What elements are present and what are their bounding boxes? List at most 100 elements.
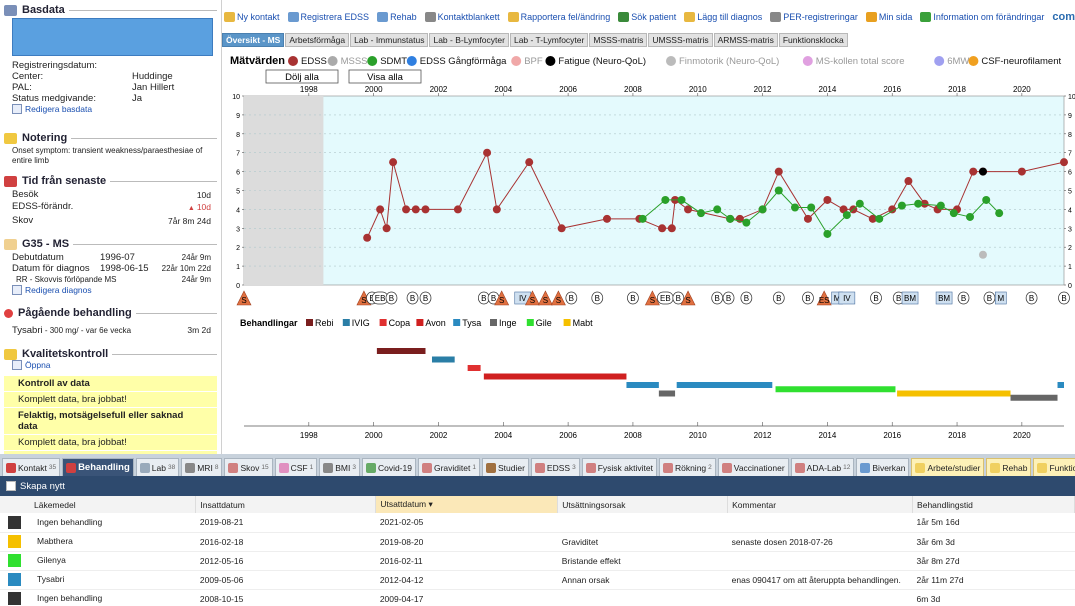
- bottom-tab-funktionsskalor[interactable]: Funktionsskalor: [1033, 458, 1075, 476]
- treatment-bar-avon[interactable]: [483, 373, 627, 380]
- legend-item[interactable]: EDSS: [288, 56, 327, 67]
- event-marker[interactable]: B: [477, 291, 490, 305]
- event-marker[interactable]: B: [627, 291, 639, 305]
- event-marker[interactable]: S: [537, 290, 553, 306]
- treatment-bar-inge[interactable]: [1010, 394, 1058, 401]
- bottom-tab-mri[interactable]: MRI 8: [181, 458, 223, 476]
- toolbar-lägg-till-diagnos[interactable]: Lägg till diagnos: [684, 12, 762, 22]
- bottom-tab-rehab[interactable]: Rehab: [986, 458, 1032, 476]
- data-point[interactable]: [803, 214, 812, 223]
- data-point[interactable]: [823, 195, 832, 204]
- treatment-legend-item[interactable]: Copa: [379, 318, 411, 328]
- treatment-legend-item[interactable]: Tysa: [453, 318, 481, 328]
- treatment-bar-tysa[interactable]: [626, 382, 659, 388]
- data-point[interactable]: [363, 233, 372, 242]
- treatment-bar-rebi[interactable]: [376, 348, 426, 354]
- data-point[interactable]: [807, 203, 816, 212]
- toolbar-rapportera-fel-ändring[interactable]: Rapportera fel/ändring: [507, 12, 610, 22]
- column-header[interactable]: Behandlingstid: [912, 496, 1075, 513]
- event-marker[interactable]: B: [1025, 291, 1038, 305]
- toolbar-sök-patient[interactable]: Sök patient: [618, 12, 676, 22]
- edit-basdata-link[interactable]: Redigera basdata: [4, 104, 217, 114]
- data-point[interactable]: [1060, 158, 1068, 167]
- legend-item[interactable]: Finmotorik (Neuro-QoL): [666, 56, 779, 67]
- event-marker[interactable]: S: [550, 290, 566, 306]
- data-point[interactable]: [790, 203, 799, 212]
- toolbar-per-registreringar[interactable]: PER-registreringar: [770, 12, 858, 22]
- legend-item[interactable]: 6MW: [934, 56, 969, 67]
- data-point[interactable]: [389, 158, 398, 167]
- event-marker[interactable]: ES: [816, 290, 832, 306]
- data-point[interactable]: [726, 214, 735, 223]
- data-point[interactable]: [995, 209, 1004, 218]
- data-point[interactable]: [978, 167, 987, 176]
- data-point[interactable]: [411, 205, 420, 214]
- event-marker[interactable]: B: [870, 291, 882, 305]
- event-marker[interactable]: B: [802, 291, 814, 305]
- event-marker[interactable]: B: [722, 291, 735, 305]
- tab-översikt-ms[interactable]: Översikt - MS: [222, 33, 285, 47]
- bottom-tab-bmi[interactable]: BMI 3: [319, 458, 360, 476]
- treatment-bar-tysa[interactable]: [1057, 382, 1064, 388]
- data-point[interactable]: [897, 201, 906, 210]
- data-point[interactable]: [402, 205, 411, 214]
- event-marker[interactable]: IV: [838, 291, 856, 305]
- data-point[interactable]: [453, 205, 462, 214]
- bottom-tab-rökning[interactable]: Rökning 2: [658, 458, 716, 476]
- tab-arbetsförmåga[interactable]: Arbetsförmåga: [285, 33, 350, 47]
- data-point[interactable]: [661, 195, 670, 204]
- legend-item[interactable]: SDMT: [367, 56, 407, 67]
- event-marker[interactable]: B: [740, 291, 753, 305]
- data-point[interactable]: [492, 205, 501, 214]
- data-point[interactable]: [742, 218, 751, 227]
- toolbar-registrera-edss[interactable]: Registrera EDSS: [287, 12, 369, 22]
- data-point[interactable]: [603, 214, 612, 223]
- bottom-tab-csf[interactable]: CSF 1: [274, 458, 318, 476]
- edit-diagnos-link[interactable]: Redigera diagnos: [4, 285, 217, 295]
- event-marker[interactable]: S: [236, 290, 252, 306]
- bottom-tab-covid-19[interactable]: Covid-19: [361, 458, 416, 476]
- tab-funktionsklocka[interactable]: Funktionsklocka: [778, 33, 848, 47]
- tab-lab-immunstatus[interactable]: Lab - Immunstatus: [350, 33, 429, 47]
- open-kvalitet-link[interactable]: Öppna: [4, 360, 217, 370]
- toolbar-ny-kontakt[interactable]: Ny kontakt: [224, 12, 280, 22]
- data-point[interactable]: [855, 199, 864, 208]
- tab-armss-matris[interactable]: ARMSS-matris: [713, 33, 778, 47]
- event-marker[interactable]: BM: [901, 291, 919, 305]
- data-point[interactable]: [774, 167, 783, 176]
- data-point[interactable]: [914, 199, 923, 208]
- data-point[interactable]: [758, 205, 767, 214]
- treatment-bar-inge[interactable]: [658, 390, 676, 397]
- bottom-tab-vaccinationer[interactable]: Vaccinationer: [717, 458, 789, 476]
- event-marker[interactable]: B: [591, 291, 604, 305]
- tab-lab-t-lymfocyter[interactable]: Lab - T-Lymfocyter: [509, 33, 589, 47]
- table-row[interactable]: Ingen behandling 2019-08-21 2021-02-05 1år …: [0, 513, 1075, 533]
- treatment-legend-item[interactable]: Mabt: [563, 318, 594, 328]
- data-point[interactable]: [658, 224, 667, 233]
- data-point[interactable]: [966, 212, 975, 221]
- bottom-tab-ada-lab[interactable]: ADA-Lab 12: [790, 458, 855, 476]
- event-marker[interactable]: B: [772, 291, 785, 305]
- treatment-legend-item[interactable]: Rebi: [306, 318, 334, 328]
- event-marker[interactable]: BM: [935, 291, 953, 305]
- legend-item[interactable]: MS-kollen total score: [802, 56, 905, 67]
- toolbar-min-sida[interactable]: Min sida: [865, 12, 912, 22]
- bottom-tab-edss[interactable]: EDSS 3: [530, 458, 580, 476]
- event-marker[interactable]: M: [994, 291, 1007, 305]
- event-marker[interactable]: B: [983, 291, 996, 305]
- bottom-tab-studier[interactable]: Studier: [481, 458, 529, 476]
- bottom-tab-graviditet[interactable]: Graviditet 1: [417, 458, 480, 476]
- tab-lab-b-lymfocyter[interactable]: Lab - B-Lymfocyter: [429, 33, 509, 47]
- column-header[interactable]: Utsättningsorsak: [557, 496, 729, 513]
- tab-msss-matris[interactable]: MSSS-matris: [589, 33, 648, 47]
- treatment-legend-item[interactable]: Gile: [526, 318, 552, 328]
- bottom-tab-skov[interactable]: Skov 15: [224, 458, 273, 476]
- event-marker[interactable]: B: [957, 291, 970, 305]
- table-row[interactable]: Gilenya 2012-05-16 2016-02-11 Bristande eff…: [0, 551, 1075, 571]
- column-header[interactable]: Utsattdatum ▾: [375, 496, 559, 513]
- data-point[interactable]: [774, 186, 783, 195]
- legend-item[interactable]: BPF: [511, 56, 543, 67]
- create-new-bar[interactable]: Skapa nytt: [0, 476, 1075, 496]
- data-point[interactable]: [421, 205, 430, 214]
- treatment-legend-item[interactable]: IVIG: [342, 318, 370, 328]
